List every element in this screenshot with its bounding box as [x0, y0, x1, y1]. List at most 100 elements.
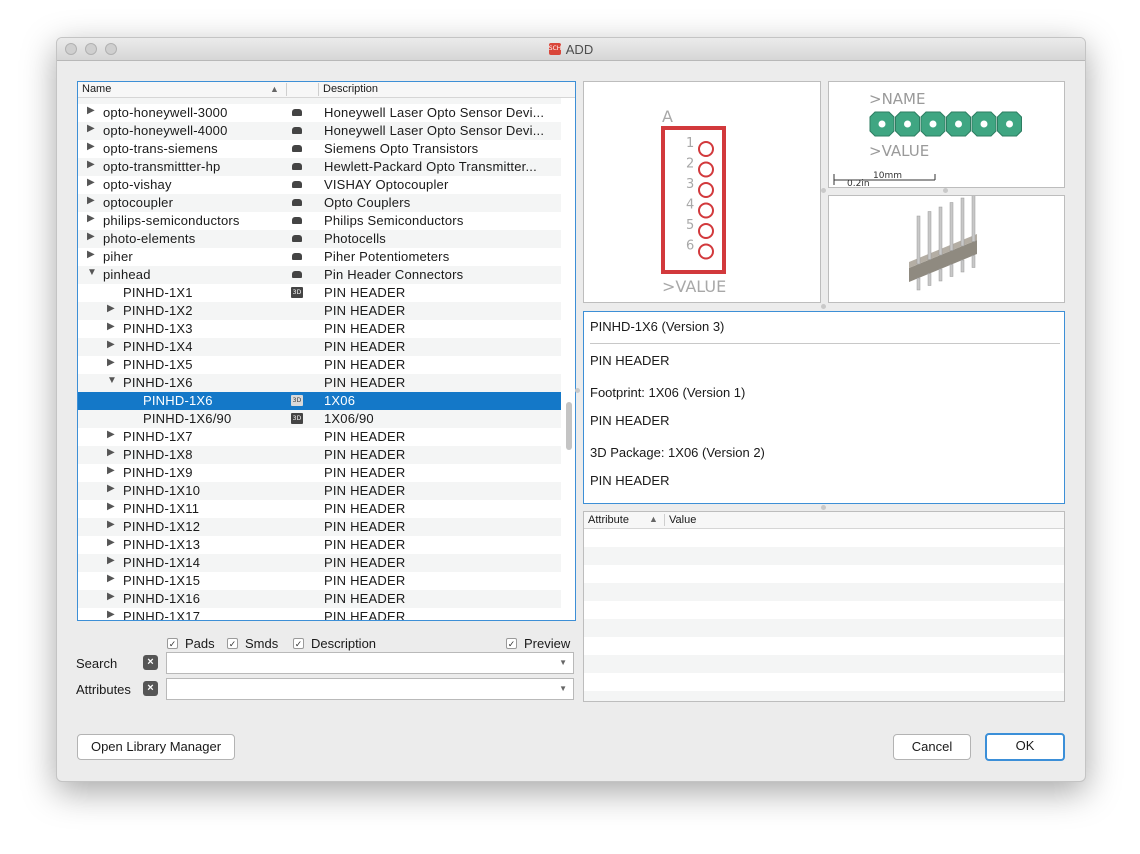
open-library-manager-button[interactable]: Open Library Manager — [77, 734, 235, 760]
tree-row[interactable]: PINHD-1X6/90 3D 1X06/90 — [78, 410, 561, 428]
splitter-handle[interactable] — [575, 388, 580, 393]
tree-row[interactable]: PINHD-1X1 3D PIN HEADER — [78, 284, 561, 302]
tree-row[interactable]: ▶ PINHD-1X13 PIN HEADER — [78, 536, 561, 554]
tree-row-selected[interactable]: PINHD-1X6 3D 1X06 — [78, 392, 561, 410]
tree-row[interactable]: ▶ PINHD-1X16 PIN HEADER — [78, 590, 561, 608]
collapsed-arrow-icon[interactable]: ▶ — [107, 447, 115, 458]
tree-row[interactable]: ▶ PINHD-1X10 PIN HEADER — [78, 482, 561, 500]
collapsed-arrow-icon[interactable]: ▶ — [107, 465, 115, 476]
attributes-dropdown-icon[interactable]: ▼ — [559, 684, 567, 693]
collapsed-arrow-icon[interactable]: ▶ — [107, 321, 115, 332]
tree-row[interactable]: ▶ photo-elements Photocells — [78, 230, 561, 248]
tree-row[interactable]: ▶ PINHD-1X5 PIN HEADER — [78, 356, 561, 374]
tree-row[interactable]: ▶ PINHD-1X2 PIN HEADER — [78, 302, 561, 320]
collapsed-arrow-icon[interactable]: ▶ — [87, 249, 95, 260]
tree-row[interactable]: ▼ PINHD-1X6 PIN HEADER — [78, 374, 561, 392]
tree-row-name: PINHD-1X1 — [123, 285, 193, 300]
tree-row-name: PINHD-1X6/90 — [143, 411, 232, 426]
collapsed-arrow-icon[interactable]: ▶ — [87, 123, 95, 134]
tree-row-description: PIN HEADER — [324, 519, 406, 534]
column-header-name[interactable]: Name — [82, 83, 111, 95]
collapsed-arrow-icon[interactable]: ▶ — [107, 339, 115, 350]
clear-attributes-icon[interactable]: × — [143, 681, 158, 696]
collapsed-arrow-icon[interactable]: ▶ — [107, 573, 115, 584]
search-dropdown-icon[interactable]: ▼ — [559, 658, 567, 667]
collapsed-arrow-icon[interactable]: ▶ — [87, 213, 95, 224]
tree-row[interactable]: ▼ pinhead Pin Header Connectors — [78, 266, 561, 284]
column-header-value[interactable]: Value — [669, 514, 696, 526]
collapsed-arrow-icon[interactable]: ▶ — [107, 537, 115, 548]
collapsed-arrow-icon[interactable]: ▶ — [87, 231, 95, 242]
tree-row-name: PINHD-1X4 — [123, 339, 193, 354]
column-header-attribute[interactable]: Attribute — [588, 514, 629, 526]
library-tree[interactable]: Name ▲ Description ▶ opto-honeywell-3000 H… — [77, 81, 576, 621]
tree-row[interactable]: ▶ PINHD-1X17 PIN HEADER — [78, 608, 561, 620]
splitter-handle[interactable] — [821, 304, 826, 309]
preview-option[interactable]: ✓ Preview — [506, 635, 570, 651]
clear-search-icon[interactable]: × — [143, 655, 158, 670]
tree-row[interactable]: ▶ PINHD-1X14 PIN HEADER — [78, 554, 561, 572]
tree-row[interactable]: ▶ optocoupler Opto Couplers — [78, 194, 561, 212]
collapsed-arrow-icon[interactable]: ▶ — [107, 609, 115, 620]
splitter-handle[interactable] — [821, 188, 826, 193]
collapsed-arrow-icon[interactable]: ▶ — [107, 501, 115, 512]
expanded-arrow-icon[interactable]: ▼ — [87, 267, 97, 278]
pin-circle — [698, 202, 714, 219]
collapsed-arrow-icon[interactable]: ▶ — [107, 591, 115, 602]
smds-checkbox[interactable]: ✓ — [227, 637, 238, 649]
tree-row[interactable]: ▶ PINHD-1X8 PIN HEADER — [78, 446, 561, 464]
collapsed-arrow-icon[interactable]: ▶ — [107, 429, 115, 440]
tree-scrollbar[interactable] — [566, 402, 572, 450]
info-footprint: Footprint: 1X06 (Version 1) — [590, 385, 746, 400]
tree-row-name: PINHD-1X6 — [143, 393, 213, 408]
tree-row[interactable]: ▶ PINHD-1X4 PIN HEADER — [78, 338, 561, 356]
tree-row[interactable]: ▶ opto-trans-siemens Siemens Opto Transist… — [78, 140, 561, 158]
column-header-description[interactable]: Description — [323, 83, 378, 95]
tree-row[interactable]: ▶ PINHD-1X3 PIN HEADER — [78, 320, 561, 338]
tree-row[interactable]: ▶ PINHD-1X7 PIN HEADER — [78, 428, 561, 446]
collapsed-arrow-icon[interactable]: ▶ — [87, 141, 95, 152]
tree-row[interactable]: ▶ philips-semiconductors Philips Semicondu… — [78, 212, 561, 230]
collapsed-arrow-icon[interactable]: ▶ — [107, 303, 115, 314]
schematic-app-icon: SCH — [548, 43, 561, 55]
expanded-arrow-icon[interactable]: ▼ — [107, 375, 117, 386]
collapsed-arrow-icon[interactable]: ▶ — [107, 357, 115, 368]
collapsed-arrow-icon[interactable]: ▶ — [107, 483, 115, 494]
tree-row[interactable]: ▶ opto-honeywell-3000 Honeywell Laser Opto… — [78, 104, 561, 122]
tree-row-description: PIN HEADER — [324, 321, 406, 336]
sort-ascending-icon: ▲ — [270, 84, 279, 94]
tree-row[interactable]: ▶ opto-vishay VISHAY Optocoupler — [78, 176, 561, 194]
ok-button[interactable]: OK — [985, 733, 1065, 761]
smds-option[interactable]: ✓ Smds — [227, 635, 278, 651]
collapsed-arrow-icon[interactable]: ▶ — [87, 177, 95, 188]
symbol-preview: A 1 2 3 4 5 6 >VALUE — [583, 81, 821, 303]
collapsed-arrow-icon[interactable]: ▶ — [107, 555, 115, 566]
pads-checkbox[interactable]: ✓ — [167, 637, 178, 649]
pads-option[interactable]: ✓ Pads — [167, 635, 215, 651]
library-icon — [292, 163, 302, 170]
tree-row[interactable]: ▶ PINHD-1X15 PIN HEADER — [78, 572, 561, 590]
splitter-handle[interactable] — [943, 188, 948, 193]
collapsed-arrow-icon[interactable]: ▶ — [107, 519, 115, 530]
tree-row[interactable]: ▶ PINHD-1X11 PIN HEADER — [78, 500, 561, 518]
splitter-handle[interactable] — [821, 505, 826, 510]
tree-row[interactable]: ▶ PINHD-1X12 PIN HEADER — [78, 518, 561, 536]
attributes-input[interactable]: ▼ — [166, 678, 574, 700]
search-input[interactable]: ▼ — [166, 652, 574, 674]
description-checkbox[interactable]: ✓ — [293, 637, 304, 649]
footprint-value-text: >VALUE — [869, 142, 929, 160]
tree-row[interactable]: ▶ piher Piher Potentiometers — [78, 248, 561, 266]
collapsed-arrow-icon[interactable]: ▶ — [87, 105, 95, 116]
3d-pin — [960, 197, 965, 247]
cancel-button[interactable]: Cancel — [893, 734, 971, 760]
tree-row[interactable]: ▶ PINHD-1X9 PIN HEADER — [78, 464, 561, 482]
tree-row[interactable]: ▶ opto-honeywell-4000 Honeywell Laser Opto… — [78, 122, 561, 140]
tree-row[interactable]: ▶ opto-transmittter-hp Hewlett-Packard Opt… — [78, 158, 561, 176]
library-icon — [292, 271, 302, 278]
collapsed-arrow-icon[interactable]: ▶ — [87, 159, 95, 170]
description-option[interactable]: ✓ Description — [293, 635, 376, 651]
preview-checkbox[interactable]: ✓ — [506, 637, 517, 649]
attribute-row — [584, 637, 1064, 655]
library-icon — [292, 109, 302, 116]
collapsed-arrow-icon[interactable]: ▶ — [87, 195, 95, 206]
